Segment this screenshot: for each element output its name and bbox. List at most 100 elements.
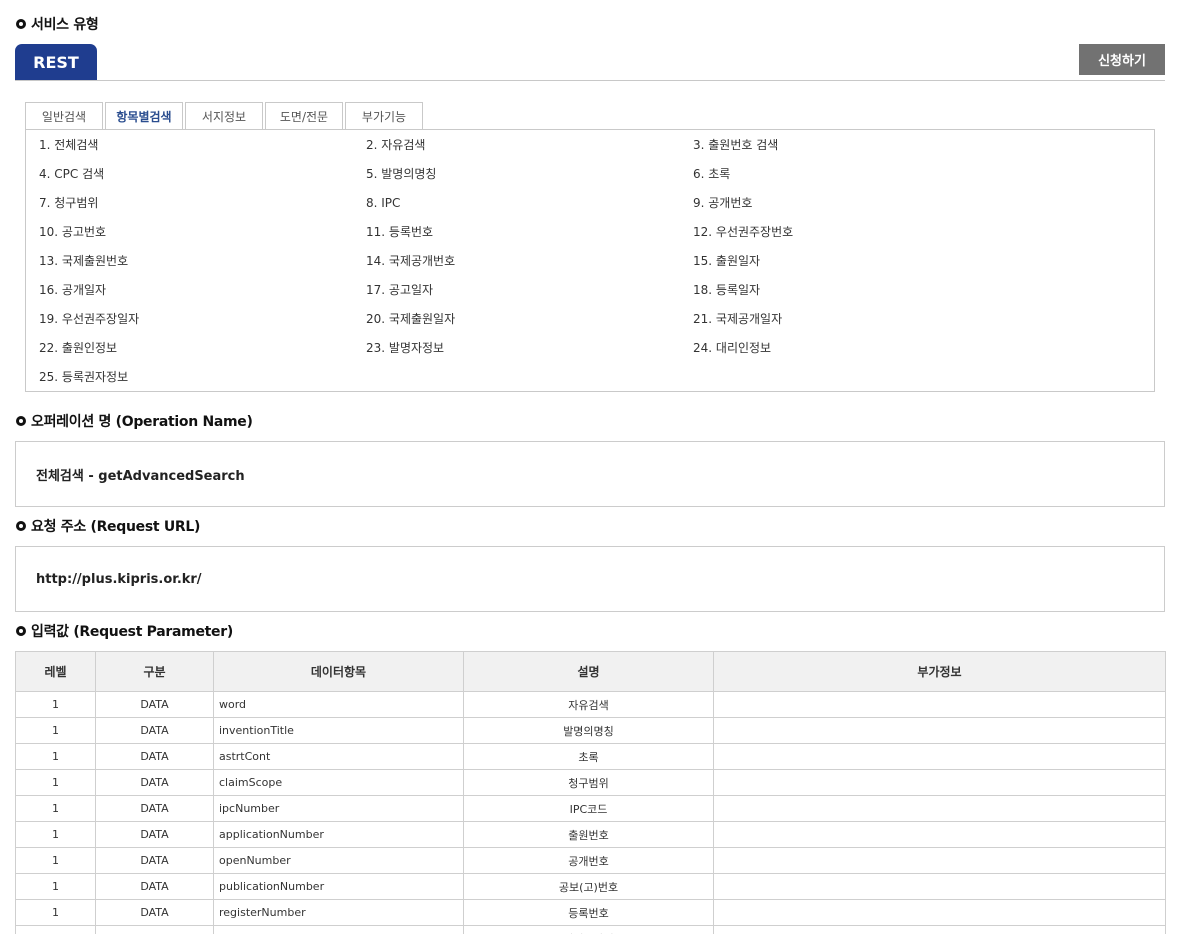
search-item[interactable]: 15. 출원일자 [693,252,1093,281]
data-item-cell: publicationNumber [213,873,464,900]
extra-info-cell [713,795,1166,822]
header-description: 설명 [463,651,714,692]
table-row: 1 DATA inventionTitle 발명의명칭 [15,717,1166,744]
search-item[interactable]: 19. 우선권주장일자 [39,310,366,339]
header-type: 구분 [95,651,214,692]
search-item[interactable]: 25. 등록권자정보 [39,368,366,397]
description-cell: 공개번호 [463,847,714,874]
table-row: 1 DATA openNumber 공개번호 [15,847,1166,874]
level-cell: 1 [15,899,96,926]
level-cell: 1 [15,847,96,874]
type-cell: DATA [95,873,214,900]
table-row: 1 DATA registerNumber 등록번호 [15,899,1166,926]
request-url-value: http://plus.kipris.or.kr/ [15,546,1165,612]
table-row: 1 DATA applicationNumber 출원번호 [15,821,1166,848]
type-cell: DATA [95,847,214,874]
extra-info-cell [713,873,1166,900]
search-item[interactable]: 8. IPC [366,194,693,223]
data-item-cell: word [213,691,464,718]
level-cell: 1 [15,873,96,900]
data-item-cell: inventionTitle [213,717,464,744]
search-item[interactable]: 20. 국제출원일자 [366,310,693,339]
table-header-row: 레벨 구분 데이터항목 설명 부가정보 [15,651,1166,692]
description-cell: IPC코드 [463,795,714,822]
service-type-heading: 서비스 유형 [16,14,99,34]
level-cell: 1 [15,925,96,934]
level-cell: 1 [15,717,96,744]
table-row: 1DATApriorityApplicationNumber우선권주장번호 [15,925,1166,934]
search-item[interactable]: 3. 출원번호 검색 [693,136,1093,165]
search-item[interactable]: 7. 청구범위 [39,194,366,223]
bullet-icon [16,626,26,636]
tab-divider [15,80,1165,81]
table-row: 1 DATA astrtCont 초록 [15,743,1166,770]
type-cell: DATA [95,925,214,934]
description-cell: 우선권주장번호 [463,925,714,934]
rest-tab[interactable]: REST [15,44,97,80]
search-item[interactable]: 5. 발명의명칭 [366,165,693,194]
search-item[interactable]: 22. 출원인정보 [39,339,366,368]
request-param-heading: 입력값 (Request Parameter) [16,621,233,641]
search-item[interactable]: 17. 공고일자 [366,281,693,310]
search-item[interactable]: 14. 국제공개번호 [366,252,693,281]
level-cell: 1 [15,743,96,770]
type-cell: DATA [95,743,214,770]
level-cell: 1 [15,795,96,822]
type-cell: DATA [95,691,214,718]
tab-general-search[interactable]: 일반검색 [25,102,103,130]
type-cell: DATA [95,717,214,744]
description-cell: 공보(고)번호 [463,873,714,900]
operation-title: 오퍼레이션 명 (Operation Name) [31,414,253,430]
request-url-title: 요청 주소 (Request URL) [31,519,201,535]
header-level: 레벨 [15,651,96,692]
description-cell: 자유검색 [463,691,714,718]
description-cell: 청구범위 [463,769,714,796]
search-item[interactable]: 12. 우선권주장번호 [693,223,1093,252]
search-item[interactable]: 18. 등록일자 [693,281,1093,310]
tab-item-search[interactable]: 항목별검색 [105,102,183,130]
search-item[interactable]: 16. 공개일자 [39,281,366,310]
search-item[interactable]: 24. 대리인정보 [693,339,1093,368]
operation-heading: 오퍼레이션 명 (Operation Name) [16,411,253,431]
bullet-icon [16,19,26,29]
search-item[interactable]: 6. 초록 [693,165,1093,194]
extra-info-cell [713,769,1166,796]
operation-value: 전체검색 - getAdvancedSearch [15,441,1165,507]
search-item[interactable]: 4. CPC 검색 [39,165,366,194]
search-item[interactable]: 21. 국제공개일자 [693,310,1093,339]
search-item[interactable]: 13. 국제출원번호 [39,252,366,281]
header-extra-info: 부가정보 [713,651,1166,692]
search-item[interactable]: 9. 공개번호 [693,194,1093,223]
description-cell: 출원번호 [463,821,714,848]
apply-button[interactable]: 신청하기 [1079,44,1165,75]
description-cell: 등록번호 [463,899,714,926]
type-cell: DATA [95,769,214,796]
tab-drawings-fulltext[interactable]: 도면/전문 [265,102,343,130]
search-item[interactable]: 2. 자유검색 [366,136,693,165]
type-cell: DATA [95,795,214,822]
search-item[interactable]: 11. 등록번호 [366,223,693,252]
extra-info-cell [713,899,1166,926]
table-body: 1 DATA word 자유검색 1 DATA inventionTitle 발명의명칭 1 DA… [15,691,1166,934]
description-cell: 발명의명칭 [463,717,714,744]
search-item[interactable]: 10. 공고번호 [39,223,366,252]
table-row: 1 DATA ipcNumber IPC코드 [15,795,1166,822]
extra-info-cell [713,847,1166,874]
type-cell: DATA [95,899,214,926]
tab-extra-functions[interactable]: 부가기능 [345,102,423,130]
search-item[interactable]: 23. 발명자정보 [366,339,693,368]
header-data-item: 데이터항목 [213,651,464,692]
search-type-tabs: 일반검색 항목별검색 서지정보 도면/전문 부가기능 [25,102,425,130]
table-row: 1 DATA publicationNumber 공보(고)번호 [15,873,1166,900]
data-item-cell: applicationNumber [213,821,464,848]
service-type-title: 서비스 유형 [31,17,99,33]
data-item-cell: registerNumber [213,899,464,926]
level-cell: 1 [15,821,96,848]
tab-bibliographic-info[interactable]: 서지정보 [185,102,263,130]
extra-info-cell [713,821,1166,848]
search-item[interactable]: 1. 전체검색 [39,136,366,165]
description-cell: 초록 [463,743,714,770]
extra-info-cell [713,925,1166,934]
extra-info-cell [713,691,1166,718]
data-item-cell: astrtCont [213,743,464,770]
